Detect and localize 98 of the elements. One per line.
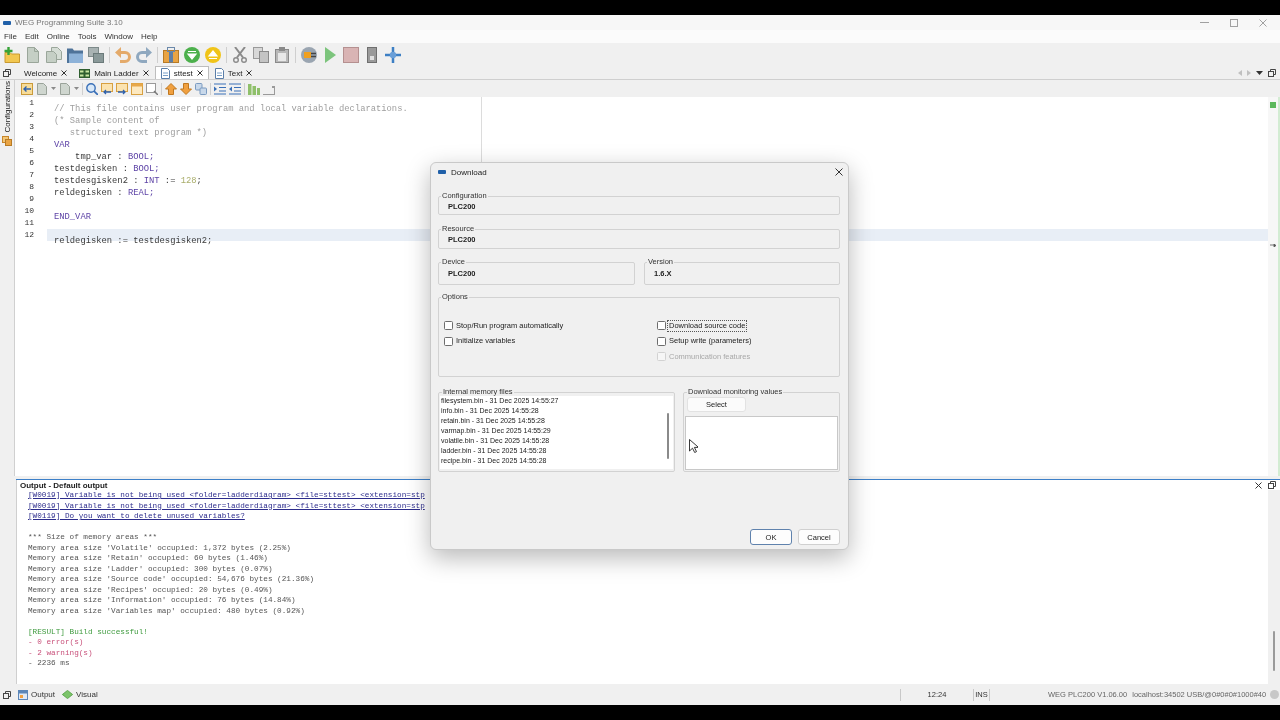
diamond-icon xyxy=(62,690,73,699)
code-text: reldegisken := testdesgisken2; xyxy=(54,236,213,246)
menu-item[interactable]: Tools xyxy=(77,32,97,41)
code-text: END_VAR xyxy=(54,212,91,222)
mouse-pointer-icon xyxy=(689,439,698,453)
checkbox[interactable] xyxy=(444,336,453,346)
copy-icon[interactable] xyxy=(253,46,269,63)
clipboard-icon[interactable] xyxy=(274,46,290,63)
scrollbar-thumb[interactable] xyxy=(1273,631,1275,671)
line-number: 5 xyxy=(28,145,35,157)
line-number: 7 xyxy=(28,169,35,181)
indent-icon[interactable] xyxy=(214,82,226,95)
redo-icon[interactable] xyxy=(136,46,152,63)
close-icon[interactable] xyxy=(142,70,149,76)
close-icon[interactable] xyxy=(196,70,203,76)
code-text: tmp_var : BOOL; xyxy=(74,152,155,162)
box-arrow-icon[interactable] xyxy=(21,82,33,95)
circle-icon xyxy=(1270,690,1279,699)
menu-item[interactable]: Window xyxy=(104,32,133,41)
line-number: 4 xyxy=(28,133,35,145)
tab[interactable]: Text xyxy=(208,66,259,79)
document-icon xyxy=(214,67,224,79)
scrollbar-thumb[interactable] xyxy=(667,413,669,459)
maximize-icon[interactable] xyxy=(1230,18,1238,27)
code-text: // This file contains user program and local variable declarations. xyxy=(54,104,408,114)
code-text: reldegisken : REAL; xyxy=(54,188,155,198)
line-number: 8 xyxy=(28,181,35,193)
folder-plus-icon[interactable] xyxy=(4,46,20,63)
outdent-icon[interactable] xyxy=(229,82,241,95)
page-icon[interactable] xyxy=(25,46,41,63)
close-icon[interactable] xyxy=(61,70,68,76)
box-corner-icon[interactable] xyxy=(146,82,158,95)
page-icon[interactable] xyxy=(59,82,71,95)
restore-icon[interactable] xyxy=(3,690,11,699)
right-arrow-icon[interactable] xyxy=(1247,69,1251,76)
stop-icon[interactable] xyxy=(343,46,359,63)
document-icon xyxy=(160,67,170,79)
stacked-boxes-icon[interactable] xyxy=(2,135,12,146)
code-text: testdegisken : BOOL; xyxy=(54,164,160,174)
line-marker-icon xyxy=(1270,244,1276,247)
down-arrow-icon[interactable] xyxy=(180,82,192,95)
menu-item[interactable]: Edit xyxy=(24,32,39,41)
checkbox[interactable] xyxy=(444,321,453,331)
bars-icon[interactable] xyxy=(248,82,260,95)
marker-icon xyxy=(1270,102,1276,108)
code-text: structured text program *) xyxy=(68,128,208,138)
menu-item[interactable]: Online xyxy=(46,32,70,41)
menu-item[interactable]: Help xyxy=(140,32,158,41)
crosshair-icon[interactable] xyxy=(385,46,401,63)
device-icon[interactable] xyxy=(364,46,380,63)
page-icon[interactable] xyxy=(36,82,48,95)
ladder-icon xyxy=(79,68,91,78)
line-number: 3 xyxy=(28,121,35,133)
checkbox[interactable] xyxy=(657,336,666,346)
dialog-title: Download xyxy=(451,167,487,177)
panel-tab[interactable]: Visual xyxy=(62,690,98,699)
code-text: testdesgisken2 : INT := 128; xyxy=(54,176,202,186)
checkbox[interactable] xyxy=(657,321,666,331)
close-icon[interactable] xyxy=(246,70,253,76)
code-text: VAR xyxy=(54,140,70,150)
tab[interactable]: Main Ladder xyxy=(73,66,155,79)
toolbox-icon[interactable] xyxy=(163,46,179,63)
line-number: 1 xyxy=(28,97,35,109)
windows-icon[interactable] xyxy=(88,46,104,63)
search-icon[interactable] xyxy=(86,82,98,95)
restore-icon[interactable] xyxy=(3,68,11,77)
window-icon xyxy=(18,689,28,700)
folder-icon[interactable] xyxy=(67,46,83,63)
close-icon[interactable] xyxy=(1255,481,1262,489)
left-arrow-icon[interactable] xyxy=(1238,69,1242,76)
line-number: 12 xyxy=(23,229,35,241)
restore-icon[interactable] xyxy=(1268,68,1276,77)
restore-icon[interactable] xyxy=(1268,481,1276,489)
line-number: 2 xyxy=(28,109,35,121)
caret-icon[interactable] xyxy=(1256,70,1263,75)
sidebar-tab[interactable]: Configurations xyxy=(2,81,12,133)
window-title: WEG Programming Suite 3.10 xyxy=(15,18,123,27)
play-icon[interactable] xyxy=(322,46,338,63)
panel-title: Output - Default output xyxy=(20,480,108,490)
pages-icon[interactable] xyxy=(46,46,62,63)
undo-icon[interactable] xyxy=(115,46,131,63)
menu-item[interactable]: File xyxy=(4,32,17,41)
line-number: 6 xyxy=(28,157,35,169)
line-number: 9 xyxy=(28,193,35,205)
plug-icon[interactable] xyxy=(301,46,317,63)
tab[interactable]: Welcome xyxy=(18,66,74,79)
tab[interactable]: sttest xyxy=(154,66,209,79)
line-number: 11 xyxy=(23,217,35,229)
close-icon[interactable] xyxy=(835,168,843,176)
line-number: 10 xyxy=(23,205,35,217)
monitoring-list[interactable] xyxy=(685,416,838,470)
logo-icon xyxy=(438,170,446,174)
code-text: (* Sample content of xyxy=(54,116,160,126)
panel-tab[interactable]: Output xyxy=(18,689,55,700)
link-icon[interactable] xyxy=(195,82,207,95)
logo-icon xyxy=(3,20,11,25)
up-arrow-icon[interactable] xyxy=(165,82,177,95)
scissors-icon[interactable] xyxy=(232,46,248,63)
